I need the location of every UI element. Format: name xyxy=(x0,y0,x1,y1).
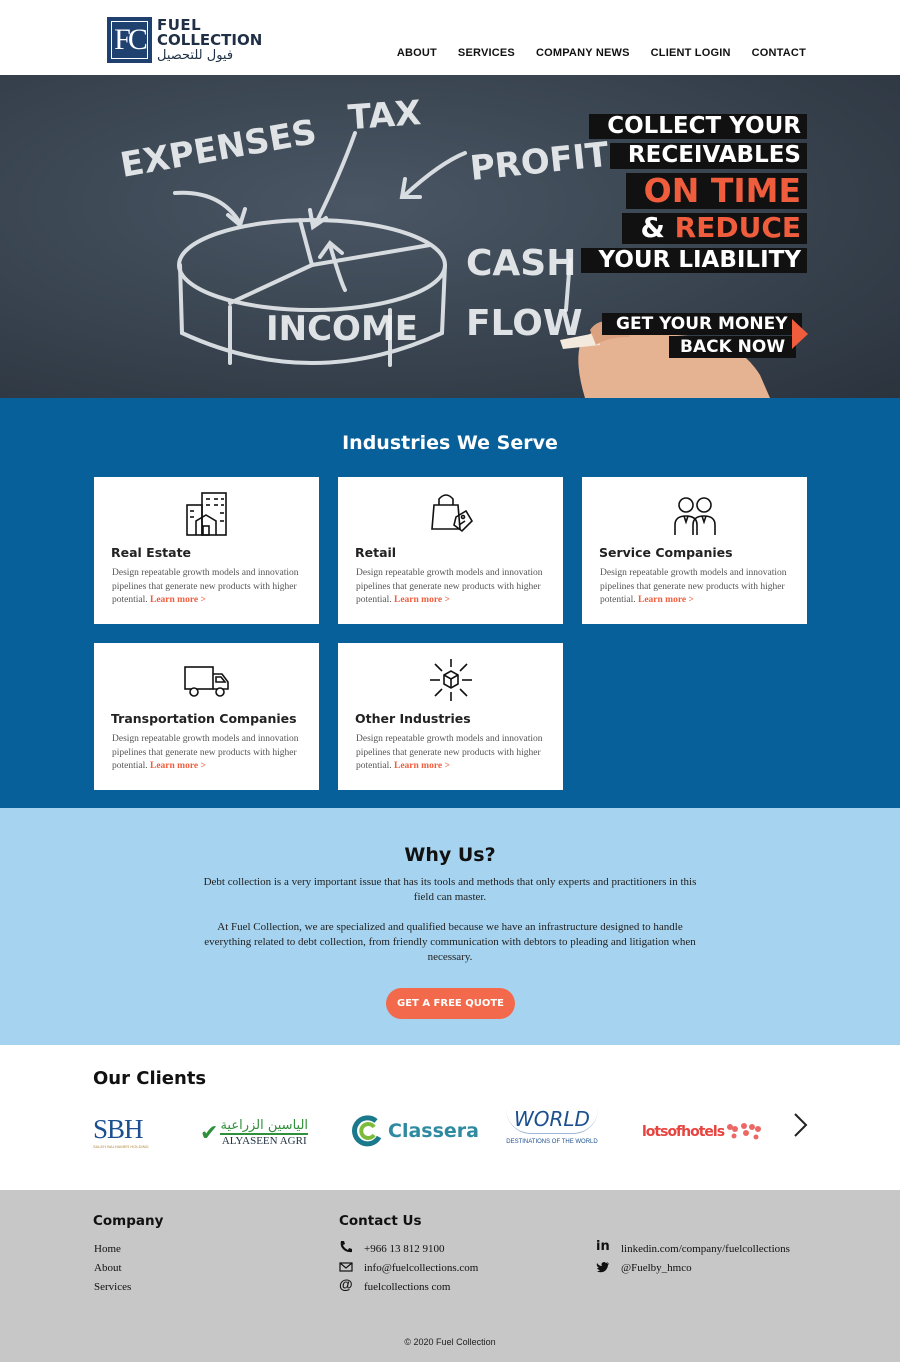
learn-more-link[interactable]: Learn more > xyxy=(394,761,450,771)
client-logo-alyaseen[interactable]: ✔ الياسين الزراعية ALYASEEN AGRI xyxy=(200,1109,309,1157)
learn-more-link[interactable]: Learn more > xyxy=(150,761,206,771)
client-name: SBH xyxy=(93,1113,144,1144)
card-title: Retail xyxy=(355,545,397,560)
twitter-icon[interactable] xyxy=(596,1260,610,1274)
logo-arabic: فيول للتحصيل xyxy=(157,48,234,63)
why-us-paragraph-2: At Fuel Collection, we are specialized a… xyxy=(204,921,696,963)
copyright: © 2020 Fuel Collection xyxy=(404,1337,496,1347)
box-network-icon xyxy=(430,659,472,701)
truck-icon xyxy=(184,666,229,697)
industry-card-other[interactable]: Other Industries Design repeatable growt… xyxy=(338,643,563,790)
classera-icon xyxy=(352,1115,382,1147)
leaf-icon: ✔ xyxy=(200,1120,219,1145)
footer-linkedin[interactable]: linkedin.com/company/fuelcollections xyxy=(621,1243,790,1255)
footer-phone[interactable]: +966 13 812 9100 xyxy=(364,1243,444,1255)
at-sign-icon: @ xyxy=(339,1276,353,1292)
email-icon xyxy=(339,1262,353,1272)
hero-cta-line-1[interactable]: GET YOUR MONEY xyxy=(602,313,802,335)
site-footer: Company Home About Services Contact Us +… xyxy=(0,1190,900,1362)
card-description: Design repeatable growth models and inno… xyxy=(112,733,317,774)
footer-twitter[interactable]: @Fuelby_hmco xyxy=(621,1262,692,1274)
nav-about[interactable]: ABOUT xyxy=(397,47,437,59)
card-title: Other Industries xyxy=(355,711,471,726)
hero-line-4: & REDUCE xyxy=(622,210,807,244)
learn-more-link[interactable]: Learn more > xyxy=(638,595,694,605)
footer-contact-title: Contact Us xyxy=(339,1213,422,1229)
hero-line-5: YOUR LIABILITY xyxy=(580,247,807,273)
chalk-word-tax: TAX xyxy=(347,93,423,138)
chevron-right-icon[interactable] xyxy=(790,1111,810,1139)
hero-line-4-red: REDUCE xyxy=(674,210,801,244)
why-us-title: Why Us? xyxy=(404,844,496,866)
phone-icon xyxy=(340,1241,352,1253)
clients-title: Our Clients xyxy=(93,1068,207,1089)
footer-company-title: Company xyxy=(93,1213,164,1229)
client-logo-classera[interactable]: Classera xyxy=(352,1107,479,1155)
client-name: الياسين الزراعية xyxy=(220,1117,309,1133)
client-name: Classera xyxy=(388,1120,479,1142)
logo-mark: FC xyxy=(107,17,152,63)
learn-more-link[interactable]: Learn more > xyxy=(150,595,206,605)
hero-line-1: COLLECT YOUR xyxy=(589,113,807,140)
why-us-paragraph-1: Debt collection is a very important issu… xyxy=(203,876,697,903)
footer-link-about[interactable]: About xyxy=(94,1262,122,1274)
nav-client-login[interactable]: CLIENT LOGIN xyxy=(651,47,731,59)
client-logo-lotsofhotels[interactable]: lotsofhotels xyxy=(642,1108,764,1156)
chalk-word-income: INCOME xyxy=(266,309,418,349)
industry-card-real-estate[interactable]: Real Estate Design repeatable growth mod… xyxy=(94,477,319,624)
building-icon xyxy=(186,492,227,536)
logo[interactable]: FC FUEL COLLECTION فيول للتحصيل xyxy=(107,17,262,63)
hero-banner: EXPENSES TAX PROFIT CASH FLOW INCOME COL… xyxy=(0,75,900,398)
hero-headline: COLLECT YOUR RECEIVABLES ON TIME & REDUC… xyxy=(580,113,807,277)
client-logo-sbh[interactable]: SBH SALEH BALHAMER HOLDING xyxy=(93,1108,149,1156)
hero-line-3: ON TIME xyxy=(625,172,807,209)
footer-link-home[interactable]: Home xyxy=(94,1243,121,1255)
footer-email[interactable]: info@fuelcollections.com xyxy=(364,1262,478,1274)
industries-section: Industries We Serve Real Estate Design r… xyxy=(0,398,900,808)
industry-card-service-companies[interactable]: Service Companies Design repeatable grow… xyxy=(582,477,807,624)
chalk-word-cash: CASH xyxy=(466,243,576,284)
site-header: FC FUEL COLLECTION فيول للتحصيل ABOUT SE… xyxy=(0,0,900,75)
card-description: Design repeatable growth models and inno… xyxy=(356,733,561,774)
chalk-word-expenses: EXPENSES xyxy=(117,112,319,186)
logo-line2: COLLECTION xyxy=(157,31,263,49)
card-title: Service Companies xyxy=(599,545,733,560)
industry-card-retail[interactable]: Retail Design repeatable growth models a… xyxy=(338,477,563,624)
client-subtitle: SALEH BALHAMER HOLDING xyxy=(93,1143,149,1149)
client-name: lotsofhotels xyxy=(642,1124,725,1140)
get-free-quote-button[interactable]: GET A FREE QUOTE xyxy=(386,988,515,1019)
footer-link-services[interactable]: Services xyxy=(94,1281,131,1293)
linkedin-icon[interactable]: in xyxy=(596,1240,610,1254)
cta-arrow-icon[interactable] xyxy=(792,319,808,349)
nav-company-news[interactable]: COMPANY NEWS xyxy=(536,47,630,59)
client-subtitle: ALYASEEN AGRI xyxy=(220,1133,309,1148)
industries-title: Industries We Serve xyxy=(342,432,558,454)
card-title: Real Estate xyxy=(111,545,192,560)
main-nav: ABOUT SERVICES COMPANY NEWS CLIENT LOGIN… xyxy=(397,47,806,59)
footer-website[interactable]: fuelcollections com xyxy=(364,1281,450,1293)
people-icon xyxy=(674,497,716,535)
client-subtitle: DESTINATIONS OF THE WORLD xyxy=(506,1139,598,1145)
nav-contact[interactable]: CONTACT xyxy=(752,47,806,59)
why-us-section: Why Us? Debt collection is a very import… xyxy=(0,808,900,1045)
chalk-word-flow: FLOW xyxy=(466,303,583,344)
card-description: Design repeatable growth models and inno… xyxy=(600,567,805,608)
clients-section: Our Clients SBH SALEH BALHAMER HOLDING ✔… xyxy=(0,1045,900,1190)
card-description: Design repeatable growth models and inno… xyxy=(356,567,561,608)
hero-line-4-prefix: & xyxy=(640,210,675,244)
industry-card-transportation[interactable]: Transportation Companies Design repeatab… xyxy=(94,643,319,790)
learn-more-link[interactable]: Learn more > xyxy=(394,595,450,605)
world-map-icon xyxy=(727,1123,762,1140)
shopping-bag-icon xyxy=(431,494,474,533)
card-title: Transportation Companies xyxy=(111,711,297,726)
hero-cta-line-2[interactable]: BACK NOW xyxy=(669,336,797,358)
card-description: Design repeatable growth models and inno… xyxy=(112,567,317,608)
hero-line-2: RECEIVABLES xyxy=(609,142,807,169)
client-name: WORLD xyxy=(506,1109,598,1134)
client-logo-world[interactable]: WORLD DESTINATIONS OF THE WORLD xyxy=(506,1103,598,1151)
nav-services[interactable]: SERVICES xyxy=(458,47,515,59)
